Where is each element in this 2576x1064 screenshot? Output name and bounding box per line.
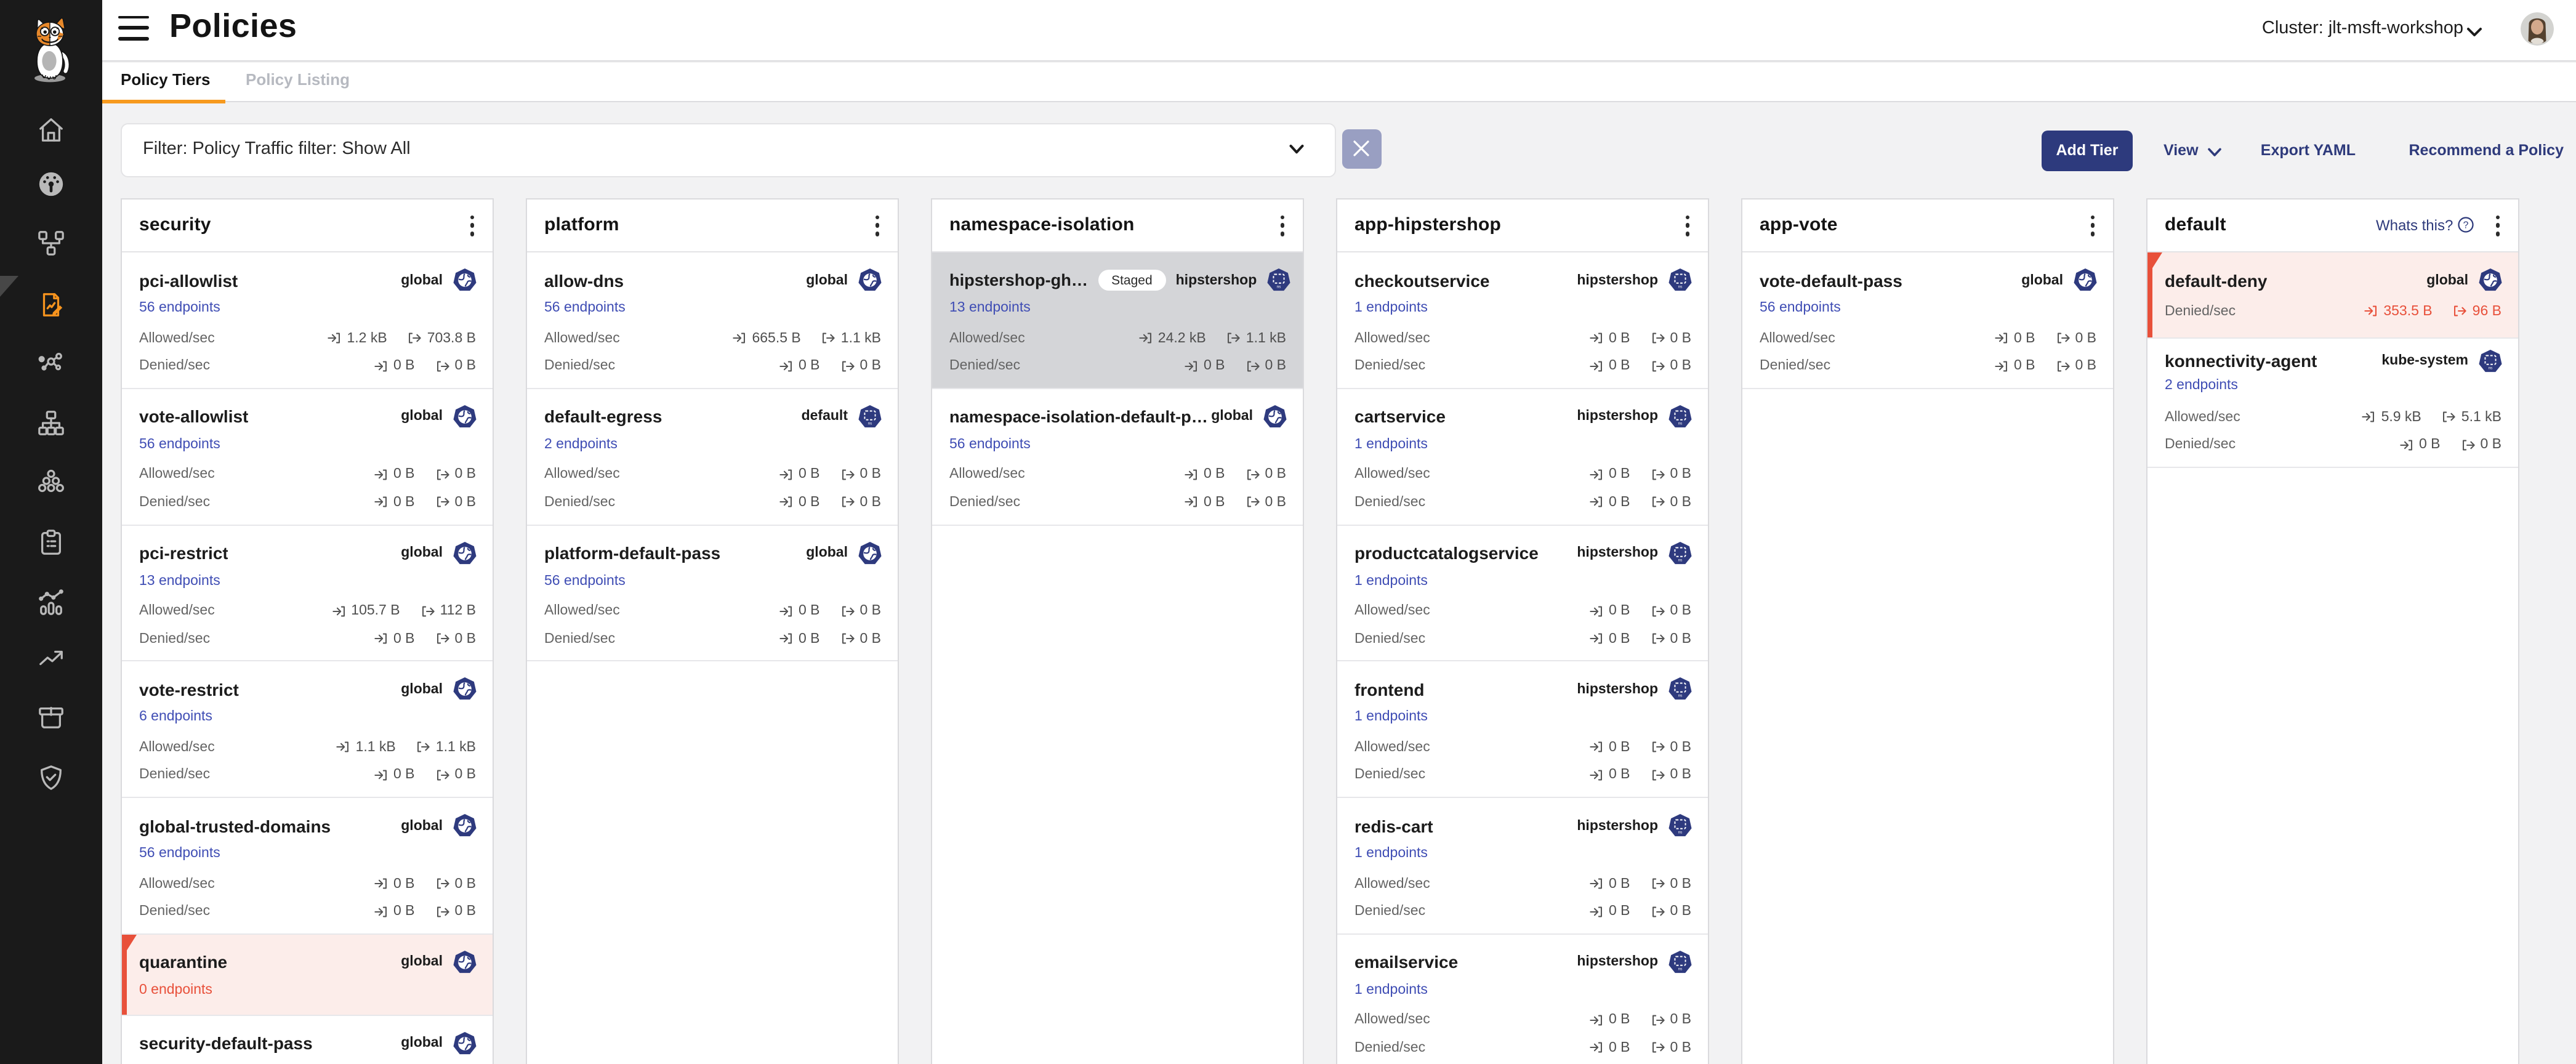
svg-text:ns: ns [1678, 831, 1682, 835]
svg-text:ns: ns [867, 421, 872, 425]
svg-text:ns: ns [1678, 694, 1682, 698]
svg-text:ns: ns [2488, 366, 2492, 370]
svg-text:ns: ns [1276, 285, 1281, 289]
svg-text:ns: ns [1678, 558, 1682, 562]
svg-text:?: ? [2463, 220, 2468, 230]
svg-text:ns: ns [1678, 421, 1682, 425]
svg-text:ns: ns [1678, 967, 1682, 972]
svg-text:ns: ns [1678, 285, 1682, 289]
